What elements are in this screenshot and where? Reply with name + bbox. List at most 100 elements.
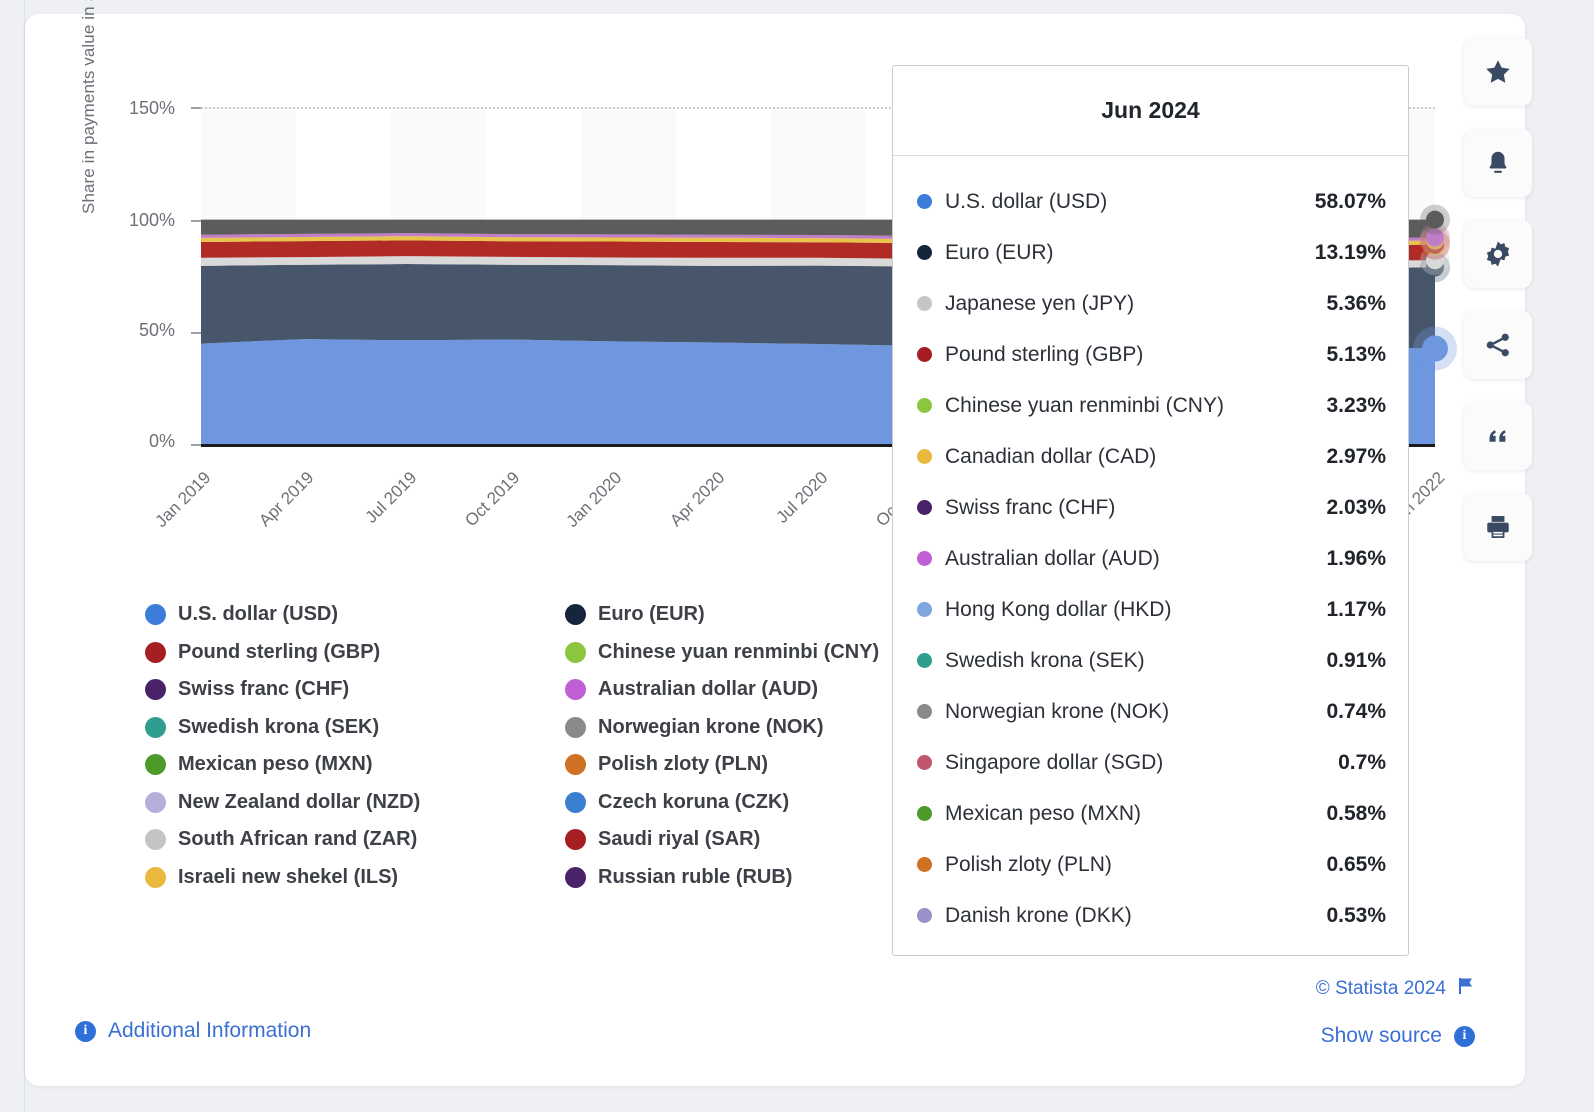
print-icon: [1484, 513, 1512, 541]
legend-label: Swedish krona (SEK): [178, 715, 380, 738]
legend-item[interactable]: Israeli new shekel (ILS): [145, 859, 565, 897]
tooltip-row: Euro (EUR) 13.19%: [917, 227, 1386, 278]
legend-item[interactable]: Pound sterling (GBP): [145, 634, 565, 672]
tooltip-series-value: 0.58%: [1326, 801, 1386, 825]
legend-color-dot: [565, 829, 586, 851]
legend-label: U.S. dollar (USD): [178, 603, 339, 626]
legend-color-dot: [145, 679, 166, 701]
alert-button[interactable]: [1464, 129, 1532, 197]
tooltip-series-label: Pound sterling (GBP): [945, 342, 1144, 366]
flag-icon[interactable]: [1456, 976, 1475, 1001]
info-icon-source: i: [1454, 1025, 1475, 1047]
legend-label: Norwegian krone (NOK): [598, 715, 824, 738]
cite-button[interactable]: [1464, 402, 1532, 470]
tooltip-series-label: Mexican peso (MXN): [945, 801, 1142, 825]
tooltip-row: Pound sterling (GBP) 5.13%: [917, 329, 1386, 380]
tooltip-title: Jun 2024: [1101, 97, 1200, 123]
legend-label: Australian dollar (AUD): [598, 678, 819, 701]
tooltip-series-value: 5.36%: [1326, 291, 1386, 315]
tooltip-series-label: Swiss franc (CHF): [945, 495, 1116, 519]
tooltip-series-value: 2.03%: [1326, 495, 1386, 519]
y-tick-150: 150%: [128, 98, 175, 118]
tooltip-series-label: Swedish krona (SEK): [945, 648, 1145, 672]
tooltip-series-label: Australian dollar (AUD): [945, 546, 1160, 570]
tooltip-series-value: 0.65%: [1326, 852, 1386, 876]
chart-card: Share in payments value in SWIFT 150% 10…: [25, 0, 1525, 1086]
tooltip-row: U.S. dollar (USD) 58.07%: [917, 176, 1386, 227]
tooltip-row: Mexican peso (MXN) 0.58%: [917, 788, 1386, 839]
tooltip-row: Japanese yen (JPY) 5.36%: [917, 278, 1386, 329]
tooltip-series-label: Polish zloty (PLN): [945, 852, 1112, 876]
tooltip-row: Swiss franc (CHF) 2.03%: [917, 482, 1386, 533]
tooltip-series-label: Euro (EUR): [945, 240, 1054, 264]
tooltip-color-dot: [917, 347, 932, 362]
legend-item[interactable]: Mexican peso (MXN): [145, 746, 565, 784]
legend-item[interactable]: Russian ruble (RUB): [565, 859, 925, 897]
legend-item[interactable]: Swiss franc (CHF): [145, 671, 565, 709]
settings-button[interactable]: [1464, 220, 1532, 288]
tooltip-color-dot: [917, 806, 932, 821]
share-icon: [1484, 331, 1512, 359]
legend-color-dot: [565, 866, 586, 888]
legend-item[interactable]: Euro (EUR): [565, 596, 925, 634]
tooltip-row: Singapore dollar (SGD) 0.7%: [917, 737, 1386, 788]
legend-label: Russian ruble (RUB): [598, 865, 793, 888]
legend-color-dot: [565, 754, 586, 776]
legend-color-dot: [565, 604, 586, 626]
show-source-link[interactable]: Show source i: [1321, 1024, 1475, 1048]
tooltip-row: Norwegian krone (NOK) 0.74%: [917, 686, 1386, 737]
tooltip-color-dot: [917, 551, 932, 566]
tooltip-series-value: 58.07%: [1314, 189, 1386, 213]
legend-item[interactable]: Czech koruna (CZK): [565, 784, 925, 822]
star-icon: [1483, 57, 1513, 87]
legend-item[interactable]: New Zealand dollar (NZD): [145, 784, 565, 822]
y-axis-ticks: 150% 100% 50% 0%: [85, 14, 175, 464]
additional-information-link[interactable]: i Additional Information: [75, 1019, 311, 1043]
tooltip-color-dot: [917, 602, 932, 617]
legend-item[interactable]: Polish zloty (PLN): [565, 746, 925, 784]
y-tick-mark-150: [191, 107, 201, 109]
statista-chart-page: Share in payments value in SWIFT 150% 10…: [0, 0, 1594, 1112]
tooltip-row: Danish krone (DKK) 0.53%: [917, 890, 1386, 941]
tooltip-color-dot: [917, 245, 932, 260]
legend-item[interactable]: Swedish krona (SEK): [145, 709, 565, 747]
tooltip-color-dot: [917, 908, 932, 923]
legend-label: South African rand (ZAR): [178, 828, 418, 851]
tooltip-row: Canadian dollar (CAD) 2.97%: [917, 431, 1386, 482]
legend-item[interactable]: South African rand (ZAR): [145, 821, 565, 859]
legend-color-dot: [145, 866, 166, 888]
tooltip-series-label: U.S. dollar (USD): [945, 189, 1108, 213]
share-button[interactable]: [1464, 311, 1532, 379]
bell-icon: [1484, 148, 1512, 178]
legend-item[interactable]: Australian dollar (AUD): [565, 671, 925, 709]
tooltip-series-label: Singapore dollar (SGD): [945, 750, 1164, 774]
legend-color-dot: [565, 679, 586, 701]
tooltip-color-dot: [917, 704, 932, 719]
tooltip-series-value: 0.53%: [1326, 903, 1386, 927]
tooltip-series-label: Canadian dollar (CAD): [945, 444, 1157, 468]
legend-item[interactable]: Norwegian krone (NOK): [565, 709, 925, 747]
copyright-text: © Statista 2024: [1315, 977, 1446, 999]
legend-label: Pound sterling (GBP): [178, 640, 381, 663]
legend-color-dot: [145, 716, 166, 738]
tooltip-row: Hong Kong dollar (HKD) 1.17%: [917, 584, 1386, 635]
tooltip-color-dot: [917, 296, 932, 311]
tooltip-color-dot: [917, 653, 932, 668]
tooltip-series-label: Danish krone (DKK): [945, 903, 1132, 927]
favorite-button[interactable]: [1464, 38, 1532, 106]
tooltip-series-value: 0.7%: [1338, 750, 1386, 774]
tooltip-series-label: Chinese yuan renminbi (CNY): [945, 393, 1224, 417]
y-tick-mark-0: [191, 444, 201, 446]
legend-item[interactable]: Chinese yuan renminbi (CNY): [565, 634, 925, 672]
legend-color-dot: [145, 604, 166, 626]
legend-item[interactable]: Saudi riyal (SAR): [565, 821, 925, 859]
tooltip-color-dot: [917, 755, 932, 770]
print-button[interactable]: [1464, 493, 1532, 561]
legend-item[interactable]: U.S. dollar (USD): [145, 596, 565, 634]
legend-label: Mexican peso (MXN): [178, 753, 373, 776]
legend-color-dot: [145, 791, 166, 813]
quote-icon: [1484, 423, 1512, 449]
tooltip-row: Australian dollar (AUD) 1.96%: [917, 533, 1386, 584]
tooltip-series-value: 5.13%: [1326, 342, 1386, 366]
tooltip-series-value: 1.17%: [1326, 597, 1386, 621]
